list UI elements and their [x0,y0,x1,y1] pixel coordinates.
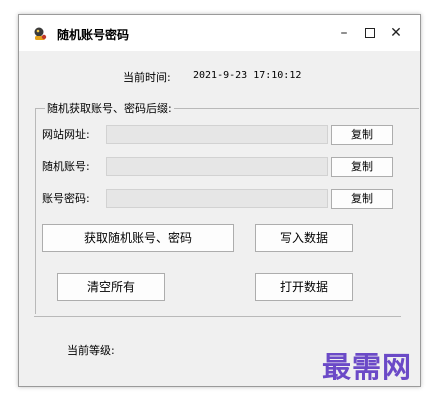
write-data-button[interactable]: 写入数据 [255,224,353,252]
copy-account-button[interactable]: 复制 [331,157,393,177]
current-time-value: 2021-9-23 17:10:12 [193,70,302,81]
current-time-label: 当前时间: [123,71,171,84]
copy-url-button[interactable]: 复制 [331,125,393,145]
fetch-random-button[interactable]: 获取随机账号、密码 [42,224,234,252]
account-password-label: 账号密码: [42,192,90,205]
title-bar[interactable]: 随机账号密码 – ✕ [19,15,420,51]
account-password-field[interactable] [106,189,328,208]
app-icon [32,26,48,42]
current-level-label: 当前等级: [67,344,115,357]
app-window: 随机账号密码 – ✕ 当前时间: 2021-9-23 17:10:12 随机获取… [18,14,421,387]
website-url-label: 网站网址: [42,128,90,141]
close-button[interactable]: ✕ [385,23,407,43]
open-data-button[interactable]: 打开数据 [255,273,353,301]
minimize-button[interactable]: – [333,23,355,43]
random-account-label: 随机账号: [42,160,90,173]
maximize-icon [365,28,375,38]
group-title: 随机获取账号、密码后缀: [45,100,174,116]
divider [34,316,401,317]
clear-all-button[interactable]: 清空所有 [57,273,165,301]
website-url-field[interactable] [106,125,328,144]
watermark: 最需网 [322,350,413,384]
maximize-button[interactable] [359,23,381,43]
window-title: 随机账号密码 [57,28,130,42]
random-account-field[interactable] [106,157,328,176]
copy-password-button[interactable]: 复制 [331,189,393,209]
